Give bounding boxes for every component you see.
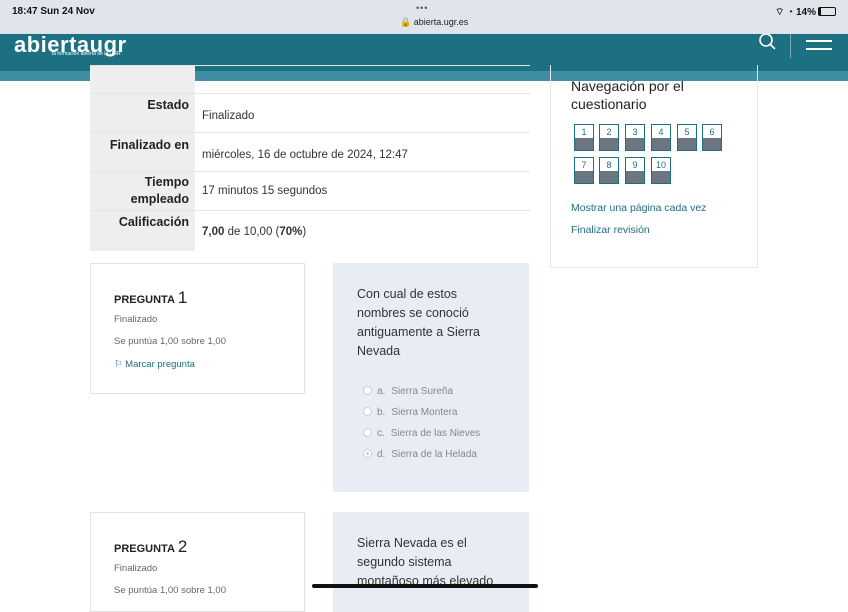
summary-row-finalizado-en: Finalizado en miércoles, 16 de octubre d… xyxy=(90,132,530,172)
summary-label: Estado xyxy=(90,94,195,133)
question-nav-button-10[interactable]: 10 xyxy=(651,157,671,184)
answer-option[interactable]: c. Sierra de las Nieves xyxy=(363,428,480,439)
question-nav-button-1[interactable]: 1 xyxy=(574,124,594,151)
show-one-page-link[interactable]: Mostrar una página cada vez xyxy=(571,202,706,214)
flag-question-link[interactable]: ⚐ Marcar pregunta xyxy=(114,359,195,370)
question-text: Sierra Nevada es el segundo sistema mont… xyxy=(357,536,494,588)
question-nav-button-8[interactable]: 8 xyxy=(599,157,619,184)
question-heading: PREGUNTA 2 xyxy=(114,537,188,556)
question-nav-button-4[interactable]: 4 xyxy=(651,124,671,151)
score-percent: 70% xyxy=(279,226,303,238)
question-heading: PREGUNTA 1 xyxy=(114,288,188,307)
answer-option[interactable]: a. Sierra Sureña xyxy=(363,386,453,397)
header-divider xyxy=(790,34,791,58)
summary-label: Calificación xyxy=(90,211,195,251)
answer-option-selected[interactable]: d. Sierra de la Helada xyxy=(363,449,477,460)
question-nav-button-9[interactable]: 9 xyxy=(625,157,645,184)
site-logo[interactable]: abiertaugr la formación abierta de la UG… xyxy=(14,32,127,58)
question-nav-button-2[interactable]: 2 xyxy=(599,124,619,151)
radio-button-checked[interactable] xyxy=(363,449,372,458)
question-nav-button-7[interactable]: 7 xyxy=(574,157,594,184)
address-bar[interactable]: 🔒 abierta.ugr.es xyxy=(400,17,468,28)
summary-row-clipped xyxy=(90,65,530,94)
radio-button[interactable] xyxy=(363,428,372,437)
logo-tagline: la formación abierta de la UGR xyxy=(52,51,121,57)
clock: 18:47 Sun 24 Nov xyxy=(12,6,95,17)
question-nav-button-5[interactable]: 5 xyxy=(677,124,697,151)
question-nav-button-6[interactable]: 6 xyxy=(702,124,722,151)
question-grade: Se puntúa 1,00 sobre 1,00 xyxy=(114,336,226,347)
question-1-info: PREGUNTA 1 Finalizado Se puntúa 1,00 sobr… xyxy=(90,263,305,394)
question-2-content: Sierra Nevada es el segundo sistema mont… xyxy=(333,512,529,612)
home-indicator[interactable] xyxy=(312,584,538,588)
battery-icon xyxy=(818,7,836,16)
question-2-info: PREGUNTA 2 Finalizado Se puntúa 1,00 sobr… xyxy=(90,512,305,612)
summary-value: 7,00 de 10,00 (70%) xyxy=(202,226,307,238)
question-state: Finalizado xyxy=(114,314,158,325)
ios-status-bar: 18:47 Sun 24 Nov ••• 🔒 abierta.ugr.es ⌔ … xyxy=(0,0,848,34)
answer-option[interactable]: b. Sierra Montera xyxy=(363,407,457,418)
summary-value: miércoles, 16 de octubre de 2024, 12:47 xyxy=(202,149,408,161)
multitask-dots-icon[interactable]: ••• xyxy=(416,3,428,13)
radio-button[interactable] xyxy=(363,386,372,395)
finish-review-link[interactable]: Finalizar revisión xyxy=(571,224,650,236)
question-1-content: Con cual de estos nombres se conoció ant… xyxy=(333,263,529,492)
score: 7,00 xyxy=(202,226,225,238)
summary-value: Finalizado xyxy=(202,110,255,122)
quiz-navigation-title: Navegación por el cuestionario xyxy=(571,78,684,112)
question-text: Con cual de estos nombres se conoció ant… xyxy=(357,287,480,358)
flag-icon: ⚐ xyxy=(114,359,123,370)
question-state: Finalizado xyxy=(114,563,158,574)
summary-label: Tiempo empleado xyxy=(90,172,195,211)
question-nav-button-3[interactable]: 3 xyxy=(625,124,645,151)
battery-percent: ⌔ ◔ 14% xyxy=(774,7,816,18)
search-icon[interactable] xyxy=(758,34,778,54)
summary-value: 17 minutos 15 segundos xyxy=(202,185,328,197)
system-indicators: ⌔ ◔ 14% xyxy=(775,6,836,19)
summary-row-calificacion: Calificación 7,00 de 10,00 (70%) xyxy=(90,210,530,251)
radio-button[interactable] xyxy=(363,407,372,416)
hamburger-menu-icon[interactable] xyxy=(806,40,832,56)
summary-row-tiempo: Tiempo empleado 17 minutos 15 segundos xyxy=(90,171,530,211)
question-grade: Se puntúa 1,00 sobre 1,00 xyxy=(114,585,226,596)
summary-row-estado: Estado Finalizado xyxy=(90,93,530,133)
quiz-navigation-block: Navegación por el cuestionario 1 2 3 4 5… xyxy=(550,65,758,268)
summary-label: Finalizado en xyxy=(90,133,195,172)
